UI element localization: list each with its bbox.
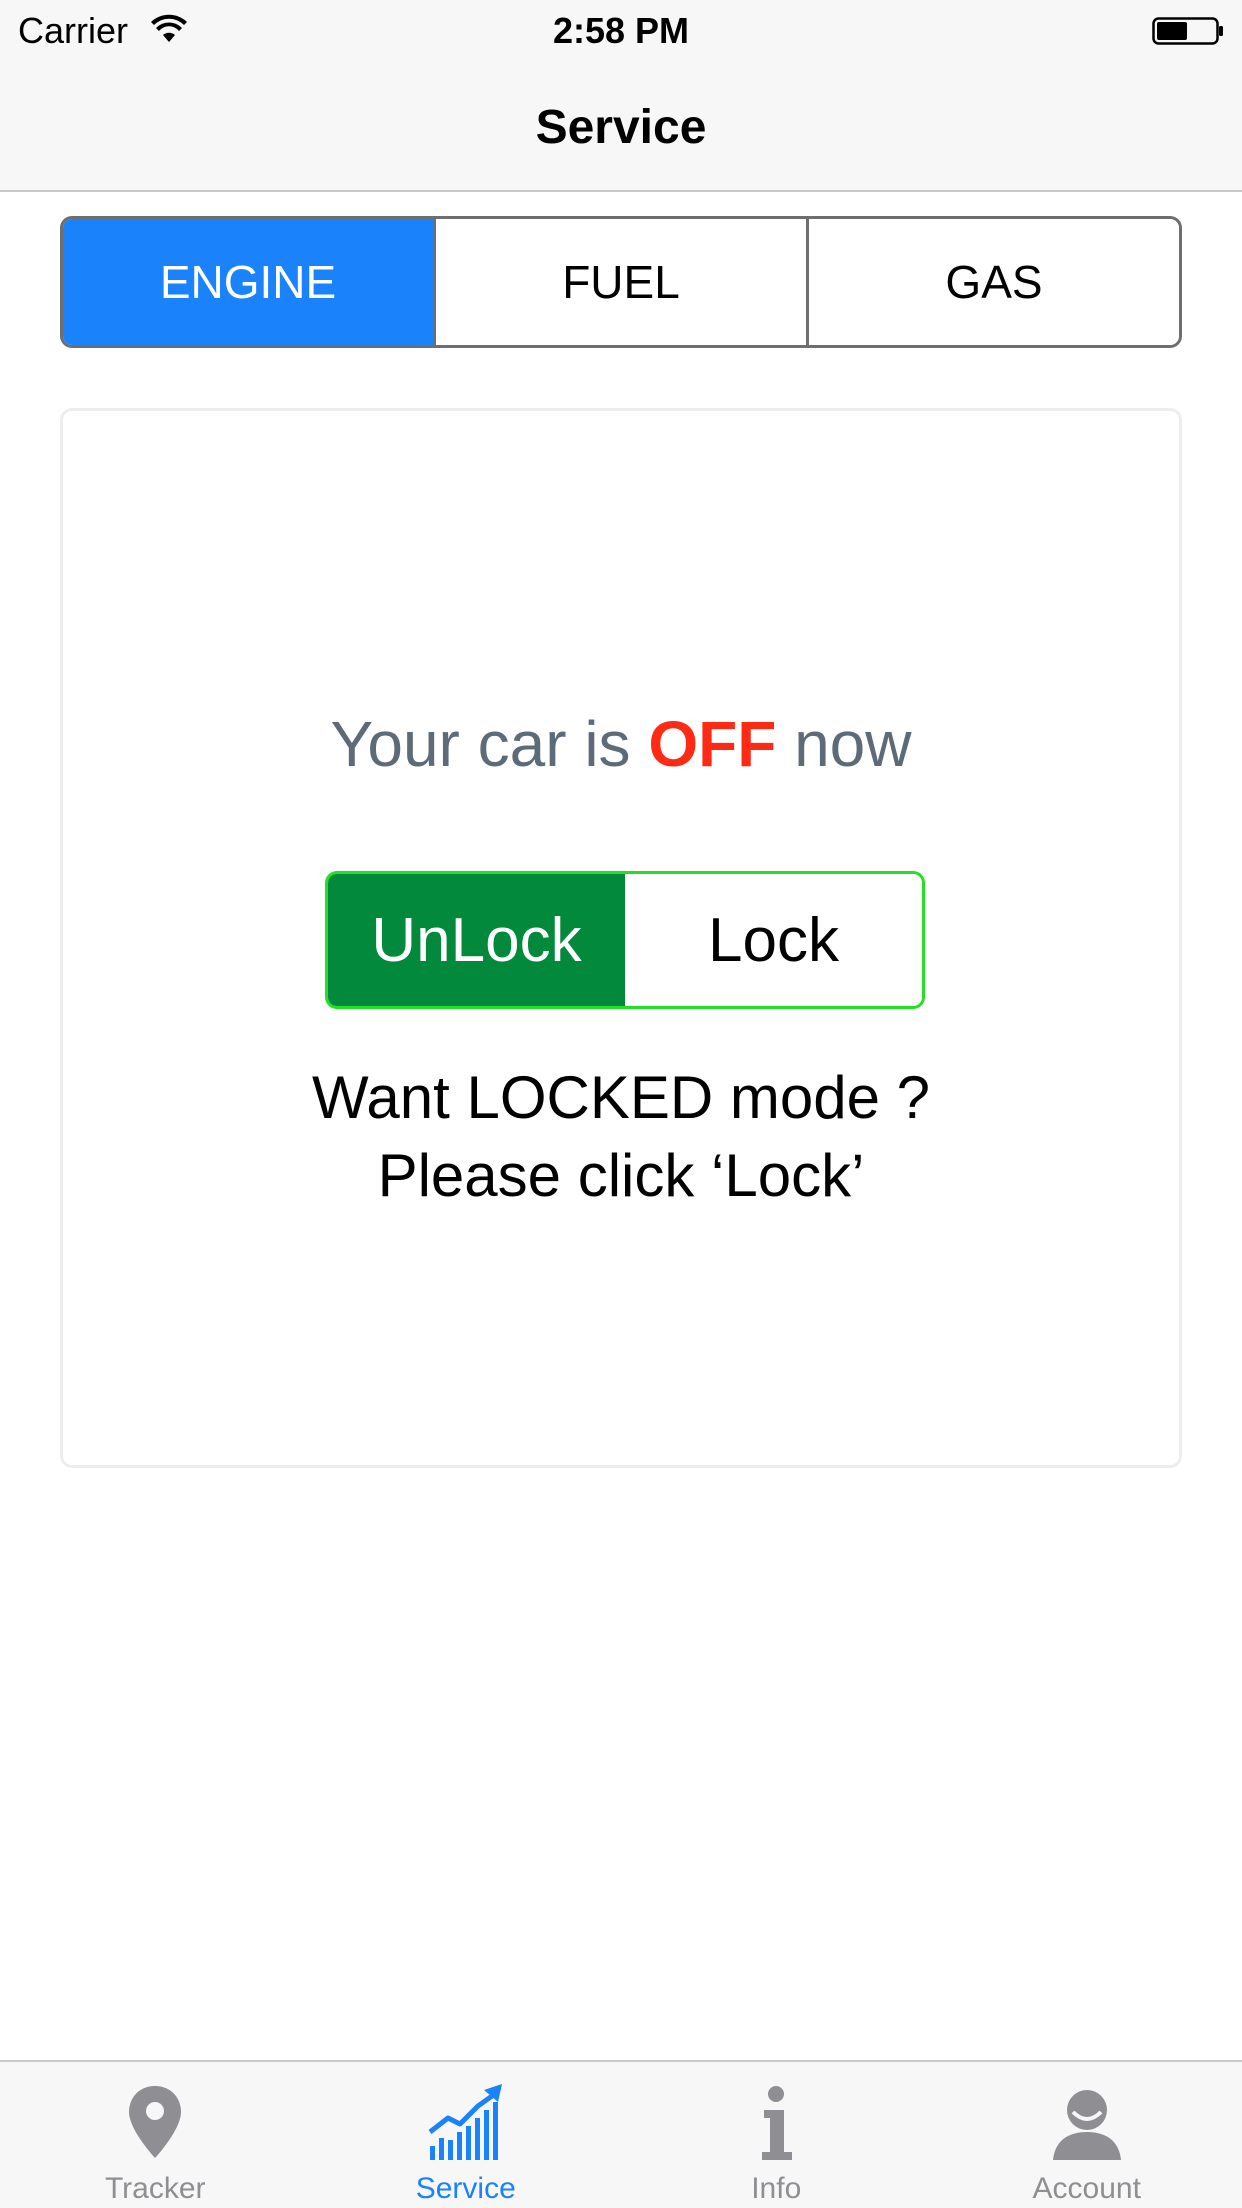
- tab-info-label: Info: [751, 2172, 802, 2205]
- top-bar: Carrier 2:58 PM Service: [0, 0, 1242, 192]
- tab-bar: Tracker Service Info Account: [0, 2060, 1242, 2208]
- tab-service-label: Service: [415, 2172, 516, 2205]
- tab-tracker-label: Tracker: [104, 2172, 206, 2205]
- status-suffix: now: [794, 708, 912, 780]
- lock-hint: Want LOCKED mode ? Please click ‘Lock’: [63, 1059, 1179, 1215]
- tab-tracker[interactable]: Tracker: [0, 2062, 311, 2208]
- engine-card: Your car is OFF now UnLock Lock Want LOC…: [60, 408, 1182, 1468]
- status-bar: Carrier 2:58 PM: [0, 0, 1242, 60]
- status-time: 2:58 PM: [552, 10, 690, 51]
- hint-line-1: Want LOCKED mode ?: [311, 1064, 931, 1131]
- page-title: Service: [535, 101, 707, 154]
- engine-status-text: Your car is OFF now: [63, 707, 1179, 781]
- segment-gas[interactable]: GAS: [806, 219, 1179, 345]
- tab-info[interactable]: Info: [621, 2062, 932, 2208]
- status-prefix: Your car is: [330, 708, 631, 780]
- lock-toggle: UnLock Lock: [325, 871, 925, 1009]
- tab-service[interactable]: Service: [311, 2062, 622, 2208]
- location-pin-icon: [129, 2086, 182, 2158]
- chart-growth-icon: [428, 2084, 502, 2160]
- tab-account-label: Account: [1032, 2172, 1141, 2205]
- battery-icon: [1152, 17, 1223, 45]
- hint-line-2: Please click ‘Lock’: [377, 1142, 865, 1209]
- service-segmented-control: ENGINE FUEL GAS: [60, 216, 1182, 348]
- info-icon: [762, 2086, 793, 2160]
- lock-button[interactable]: Lock: [625, 874, 922, 1006]
- tab-account[interactable]: Account: [932, 2062, 1242, 2208]
- segment-engine[interactable]: ENGINE: [63, 219, 433, 345]
- account-icon: [1052, 2090, 1121, 2160]
- segment-fuel[interactable]: FUEL: [433, 219, 806, 345]
- engine-status-value: OFF: [648, 708, 777, 780]
- unlock-button[interactable]: UnLock: [328, 874, 625, 1006]
